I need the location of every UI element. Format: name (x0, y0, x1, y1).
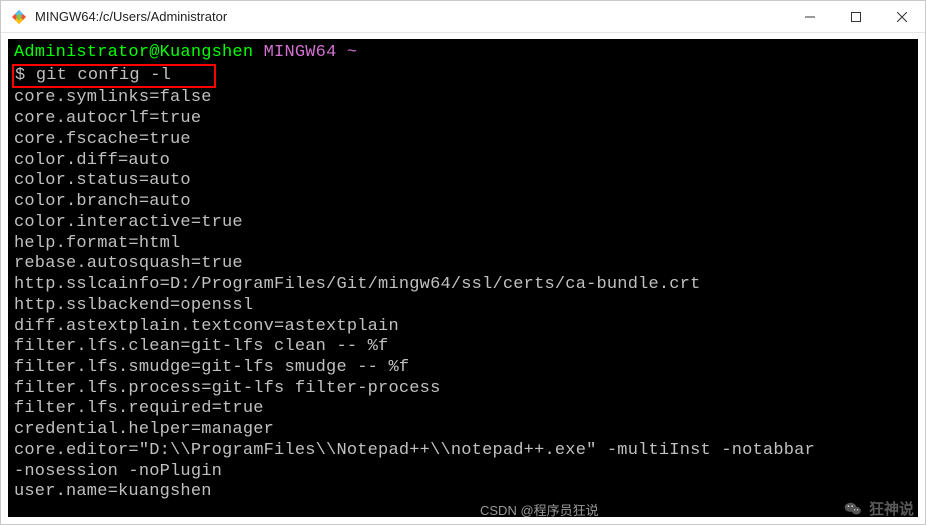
output-line: rebase.autosquash=true (14, 254, 243, 273)
maximize-button[interactable] (833, 1, 879, 32)
prompt-system: MINGW64 (264, 43, 337, 62)
app-icon (11, 9, 27, 25)
prompt-symbol: $ (15, 66, 25, 85)
watermark-text: 狂神说 (869, 498, 914, 519)
output-line: color.interactive=true (14, 213, 243, 232)
output-line: -nosession -noPlugin (14, 462, 222, 481)
minimize-button[interactable] (787, 1, 833, 32)
output-line: color.status=auto (14, 171, 191, 190)
output-line: user.name=kuangshen (14, 482, 212, 501)
output-line: http.sslbackend=openssl (14, 296, 253, 315)
command-text: git config -l (36, 66, 171, 85)
output-line: filter.lfs.clean=git-lfs clean -- %f (14, 337, 388, 356)
command-highlight: $ git config -l (12, 64, 216, 89)
close-button[interactable] (879, 1, 925, 32)
output-line: diff.astextplain.textconv=astextplain (14, 317, 399, 336)
prompt-path: ~ (347, 43, 357, 62)
titlebar: MINGW64:/c/Users/Administrator (1, 1, 925, 33)
output-line: core.editor="D:\\ProgramFiles\\Notepad++… (14, 441, 825, 460)
output-line: help.format=html (14, 234, 180, 253)
output-line: color.branch=auto (14, 192, 191, 211)
window-title: MINGW64:/c/Users/Administrator (35, 9, 787, 24)
output-line: core.fscache=true (14, 130, 191, 149)
output-line: credential.helper=manager (14, 420, 274, 439)
terminal-window: MINGW64:/c/Users/Administrator Administr… (0, 0, 926, 525)
output-line: core.symlinks=false (14, 88, 212, 107)
output-line: core.autocrlf=true (14, 109, 201, 128)
terminal-content[interactable]: Administrator@Kuangshen MINGW64 ~ $ git … (1, 33, 925, 524)
output-line: filter.lfs.smudge=git-lfs smudge -- %f (14, 358, 409, 377)
window-controls (787, 1, 925, 32)
prompt-user: Administrator@Kuangshen (14, 43, 253, 62)
output-line: http.sslcainfo=D:/ProgramFiles/Git/mingw… (14, 275, 701, 294)
wechat-icon (843, 499, 863, 519)
output-line: color.diff=auto (14, 151, 170, 170)
watermark-csdn: CSDN @程序员狂说 (480, 500, 599, 519)
output-line: filter.lfs.process=git-lfs filter-proces… (14, 379, 440, 398)
watermark-brand: 狂神说 (843, 498, 914, 519)
output-line: filter.lfs.required=true (14, 399, 264, 418)
